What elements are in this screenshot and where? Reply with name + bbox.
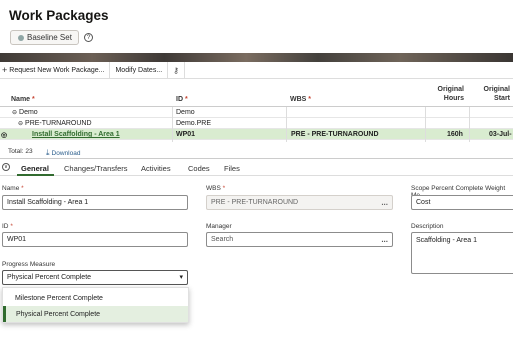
row-name-link[interactable]: Install Scaffolding - Area 1 bbox=[32, 131, 120, 138]
ellipsis-icon[interactable]: ... bbox=[381, 235, 388, 244]
manager-search-input[interactable]: Search... bbox=[206, 232, 393, 247]
page-title: Work Packages bbox=[9, 8, 109, 23]
modify-dates-button[interactable]: Modify Dates... bbox=[110, 61, 169, 79]
name-label: Name * bbox=[2, 185, 24, 192]
collapse-icon[interactable]: ⊖ bbox=[12, 110, 17, 116]
baseline-status-icon bbox=[18, 34, 24, 41]
request-work-package-button[interactable]: + Request New Work Package... bbox=[0, 61, 111, 79]
collapse-icon[interactable]: ⊖ bbox=[18, 121, 23, 127]
tab-files[interactable]: Files bbox=[224, 164, 240, 173]
tab-general[interactable]: General bbox=[21, 164, 49, 173]
table-row-selected[interactable]: ◎ Install Scaffolding - Area 1 WP01 PRE … bbox=[0, 129, 513, 140]
tab-activities[interactable]: Activities bbox=[141, 164, 171, 173]
manager-label: Manager bbox=[206, 223, 232, 230]
id-label: ID * bbox=[2, 223, 13, 230]
baseline-label: Baseline Set bbox=[27, 33, 72, 42]
wbs-label: WBS * bbox=[206, 185, 226, 192]
progress-measure-dropdown: Milestone Percent Complete Physical Perc… bbox=[2, 287, 189, 323]
tab-changes-transfers[interactable]: Changes/Transfers bbox=[64, 164, 128, 173]
id-field[interactable]: WP01 bbox=[2, 232, 188, 247]
row-hours: 160h bbox=[447, 131, 463, 138]
app-root: Work Packages Baseline Set ? + Request N… bbox=[0, 0, 513, 345]
grid-header: Name * ID * WBS * Original Hours Original… bbox=[0, 80, 513, 107]
row-name: PRE-TURNAROUND bbox=[25, 120, 92, 127]
dropdown-option-milestone[interactable]: Milestone Percent Complete bbox=[3, 290, 188, 306]
download-link[interactable]: ⤓ Download bbox=[46, 148, 80, 158]
column-divider bbox=[172, 107, 173, 142]
row-id: WP01 bbox=[176, 131, 196, 138]
column-header-original-hours[interactable]: Original Hours bbox=[432, 85, 464, 103]
baseline-button[interactable]: Baseline Set bbox=[10, 30, 79, 45]
name-field[interactable]: Install Scaffolding - Area 1 bbox=[2, 195, 188, 210]
column-divider bbox=[425, 107, 426, 142]
column-divider bbox=[286, 107, 287, 142]
ellipsis-icon[interactable]: ... bbox=[381, 198, 388, 207]
row-select-icon[interactable]: ◎ bbox=[1, 131, 7, 139]
toolbar: + Request New Work Package... Modify Dat… bbox=[0, 61, 513, 79]
scope-percent-field[interactable]: Cost bbox=[411, 195, 513, 210]
collapse-panel-icon[interactable]: ∨ bbox=[2, 163, 10, 171]
column-header-id[interactable]: ID * bbox=[176, 96, 188, 103]
key-icon-button[interactable]: ⚷ bbox=[168, 61, 186, 79]
download-icon: ⤓ bbox=[46, 148, 50, 157]
description-field[interactable]: Scaffolding - Area 1 bbox=[411, 232, 513, 274]
table-row[interactable]: ⊖ Demo Demo bbox=[0, 107, 513, 118]
help-icon[interactable]: ? bbox=[84, 33, 93, 42]
row-name: Demo bbox=[19, 109, 38, 116]
detail-tabs: ∨ General Changes/Transfers Activities C… bbox=[0, 158, 513, 176]
column-divider bbox=[469, 107, 470, 142]
progress-measure-label: Progress Measure bbox=[2, 261, 56, 268]
row-wbs: PRE - PRE-TURNAROUND bbox=[291, 131, 379, 138]
active-tab-indicator bbox=[17, 174, 54, 176]
row-start: 03-Jul- bbox=[489, 131, 512, 138]
dropdown-option-physical[interactable]: Physical Percent Complete bbox=[3, 306, 188, 322]
column-header-name[interactable]: Name * bbox=[11, 96, 35, 103]
column-header-wbs[interactable]: WBS * bbox=[290, 96, 311, 103]
table-row[interactable]: ⊖ PRE-TURNAROUND Demo.PRE bbox=[0, 118, 513, 129]
row-id: Demo bbox=[176, 109, 195, 116]
total-count: Total: 23 bbox=[8, 148, 33, 155]
progress-measure-select[interactable]: Physical Percent Complete ▾ bbox=[2, 270, 188, 285]
key-icon: ⚷ bbox=[173, 65, 180, 75]
request-label: Request New Work Package... bbox=[9, 66, 105, 74]
tab-codes[interactable]: Codes bbox=[188, 164, 210, 173]
description-label: Description bbox=[411, 223, 444, 230]
column-header-original-start[interactable]: Original Start bbox=[478, 85, 510, 103]
wbs-field[interactable]: PRE - PRE-TURNAROUND... bbox=[206, 195, 393, 210]
caret-down-icon: ▾ bbox=[179, 274, 183, 281]
plus-icon: + bbox=[2, 65, 8, 75]
row-id: Demo.PRE bbox=[176, 120, 212, 127]
